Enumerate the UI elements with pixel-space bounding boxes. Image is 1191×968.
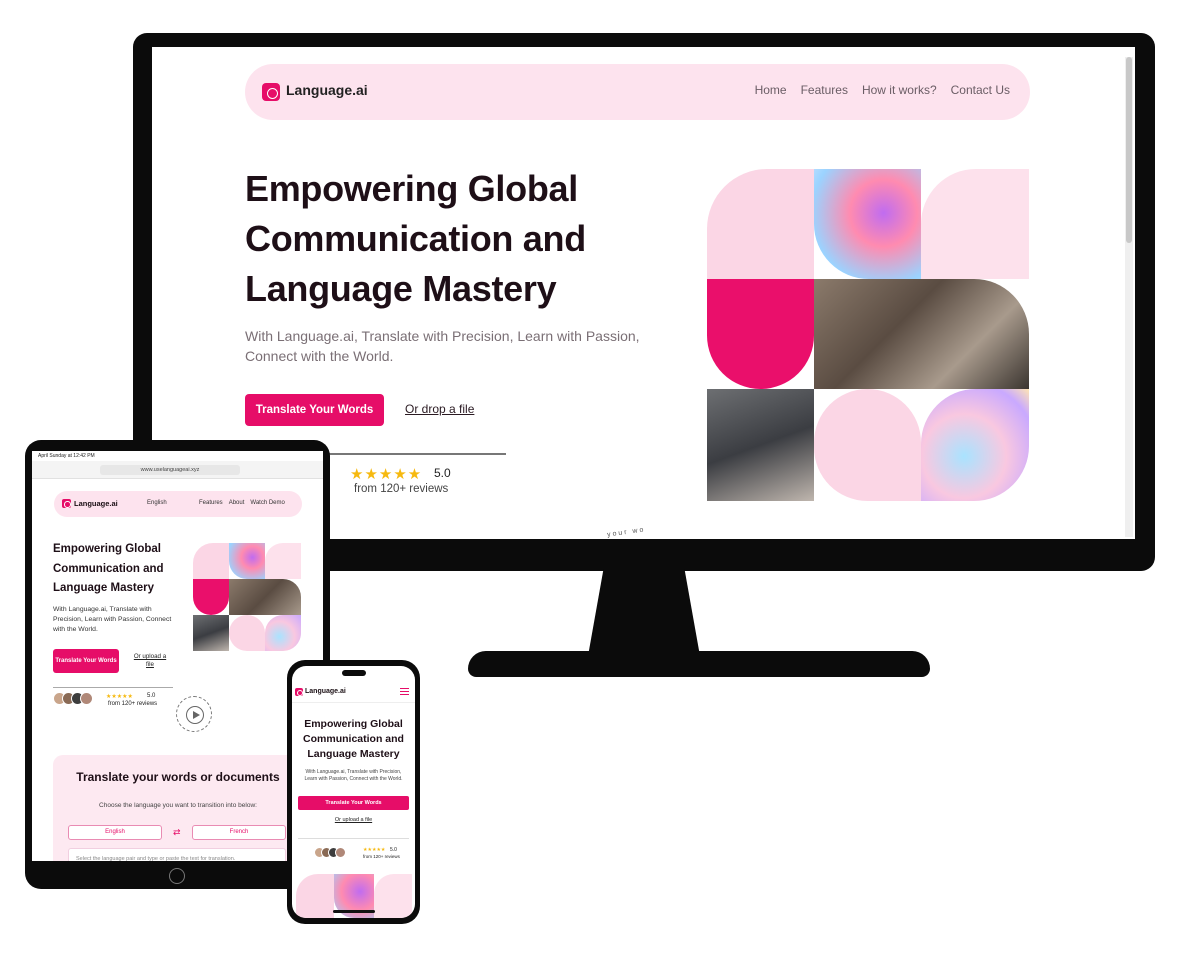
page-scrollbar[interactable]	[1125, 57, 1133, 537]
watch-demo-badge[interactable]	[176, 696, 212, 732]
mosaic-tile-pastel-blend	[921, 389, 1029, 501]
nav-links: Home Features How it works? Contact Us	[755, 83, 1010, 97]
reviewer-avatars	[314, 847, 346, 858]
rating-value: 5.0	[390, 847, 397, 853]
translate-panel: Translate your words or documents Choose…	[53, 755, 303, 861]
play-icon[interactable]	[186, 706, 204, 724]
hero-headline: Empowering Global Communication and Lang…	[245, 168, 586, 309]
mosaic-tile-pink-arch	[296, 874, 334, 918]
review-count: from 120+ reviews	[363, 854, 400, 859]
mosaic-photo-video-call	[193, 615, 229, 651]
rating-stars: ★★★★★	[363, 847, 386, 853]
hamburger-menu-icon[interactable]	[400, 688, 409, 695]
reviewer-avatars	[53, 692, 93, 705]
nav-features[interactable]: Features	[801, 83, 848, 97]
mosaic-tile-pink-quarter	[921, 169, 1029, 279]
swap-languages-icon[interactable]: ⇄	[173, 827, 181, 838]
phone-home-indicator	[333, 910, 375, 913]
mosaic-photo-conversation	[814, 279, 1029, 389]
hero-headline: Empowering Global Communication and Lang…	[303, 718, 404, 760]
desktop-navbar: Language.ai Home Features How it works? …	[245, 64, 1030, 120]
hero-image-mosaic	[193, 543, 301, 651]
brand-logo[interactable]: Language.ai	[286, 82, 368, 98]
hero-subtitle: With Language.ai, Translate with Precisi…	[245, 328, 640, 364]
rating-stars: ★★★★★	[106, 694, 133, 700]
language-selector[interactable]: English	[147, 500, 167, 506]
nav-home[interactable]: Home	[755, 83, 787, 97]
hero-divider	[53, 687, 173, 688]
rating-stars: ★★★★★	[350, 466, 423, 483]
source-language-value: English	[105, 829, 125, 835]
source-language-select[interactable]: English	[68, 825, 162, 840]
hero-subtitle: With Language.ai, Translate with Precisi…	[304, 769, 403, 782]
mosaic-tile-magenta-u	[193, 579, 229, 615]
mosaic-tile-magenta-u	[707, 279, 814, 389]
mosaic-tile-pink-quarter	[265, 543, 301, 579]
translate-words-button[interactable]: Translate Your Words	[298, 796, 409, 810]
tablet-status-bar: April Sunday at 12:42 PM	[38, 453, 95, 459]
translate-words-button[interactable]: Translate Your Words	[53, 649, 119, 673]
nav-about[interactable]: About	[229, 500, 245, 506]
hero-headline: Empowering Global Communication and Lang…	[53, 543, 164, 594]
rating-value: 5.0	[147, 693, 156, 699]
mosaic-photo-conversation	[229, 579, 301, 615]
nav-links: Features About Watch Demo	[199, 500, 285, 506]
rating-value: 5.0	[434, 466, 451, 480]
logo-icon	[295, 688, 303, 696]
mosaic-tile-pink-quarter	[374, 874, 412, 918]
avatar	[80, 692, 93, 705]
mosaic-tile-pastel-blend	[265, 615, 301, 651]
hero-divider	[298, 838, 409, 839]
upload-file-link[interactable]: Or upload a file	[130, 653, 170, 669]
brand-logo[interactable]: Language.ai	[305, 688, 346, 695]
curved-badge-text: your wo	[606, 526, 646, 539]
upload-file-link[interactable]: Or upload a file	[292, 817, 415, 823]
mosaic-tile-pink-arch	[707, 169, 814, 279]
hero-subtitle: With Language.ai, Translate with Precisi…	[53, 606, 172, 633]
mosaic-tile-gradient-orb	[814, 169, 921, 279]
review-count: from 120+ reviews	[108, 701, 158, 707]
brand-logo[interactable]: Language.ai	[74, 499, 118, 508]
nav-contact-us[interactable]: Contact Us	[951, 83, 1010, 97]
tablet-screen: April Sunday at 12:42 PM www.uselanguage…	[32, 451, 323, 861]
mosaic-photo-video-call	[707, 389, 814, 501]
translate-panel-title: Translate your words or documents	[76, 770, 280, 784]
drop-file-link[interactable]: Or drop a file	[405, 402, 474, 416]
phone-dynamic-island	[342, 670, 366, 676]
translate-panel-subtitle: Choose the language you want to transiti…	[99, 802, 257, 809]
tablet-navbar: Language.ai English Features About Watch…	[54, 491, 302, 517]
avatar	[335, 847, 346, 858]
mosaic-tile-pink-circle	[814, 389, 921, 501]
nav-watch-demo[interactable]: Watch Demo	[250, 500, 284, 506]
phone-screen: Language.ai Empowering Global Communicat…	[292, 666, 415, 918]
scrollbar-thumb[interactable]	[1126, 57, 1132, 243]
review-count: from 120+ reviews	[354, 483, 449, 495]
tablet-browser-bar: www.uselanguageai.xyz	[32, 461, 323, 479]
hero-image-mosaic	[707, 169, 1029, 501]
logo-icon	[262, 83, 280, 101]
mosaic-tile-pink-circle	[229, 615, 265, 651]
address-bar[interactable]: www.uselanguageai.xyz	[100, 465, 240, 475]
translate-words-button[interactable]: Translate Your Words	[245, 394, 384, 426]
target-language-select[interactable]: French	[192, 825, 286, 840]
nav-how-it-works[interactable]: How it works?	[862, 83, 937, 97]
mosaic-tile-pink-arch	[193, 543, 229, 579]
monitor-stand-neck	[588, 568, 700, 656]
header-divider	[292, 702, 415, 703]
logo-icon	[62, 499, 71, 508]
translation-input[interactable]: Select the language pair and type or pas…	[68, 848, 286, 861]
address-url: www.uselanguageai.xyz	[140, 467, 200, 473]
target-language-value: French	[229, 829, 249, 835]
monitor-stand-base	[468, 651, 930, 677]
mosaic-tile-gradient-orb	[229, 543, 265, 579]
nav-features[interactable]: Features	[199, 500, 223, 506]
tablet-home-button[interactable]	[169, 868, 185, 884]
